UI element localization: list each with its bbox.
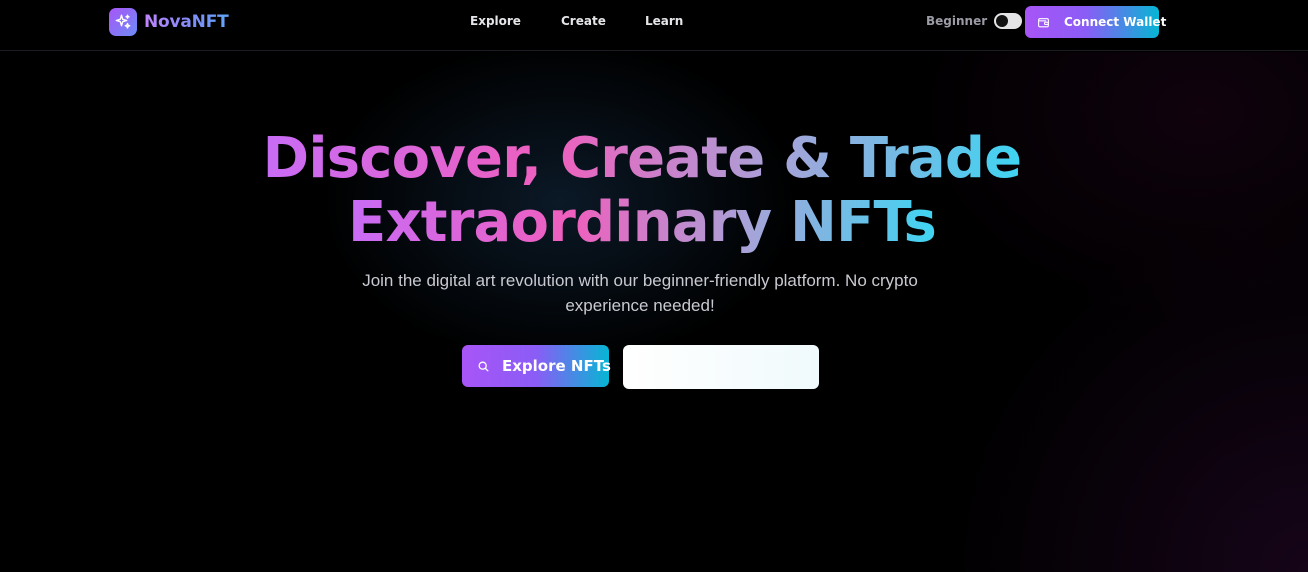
connect-wallet-button[interactable]: Connect Wallet (1025, 6, 1166, 38)
explore-nfts-label: Explore NFTs (502, 357, 611, 375)
experience-level-label: Beginner (926, 14, 988, 28)
nav-link-learn[interactable]: Learn (645, 14, 683, 28)
hero-title-line-2: Extraordinary NFTs (347, 190, 937, 255)
toggle-knob (996, 15, 1009, 27)
hero-subtitle: Join the digital art revolution with our… (362, 271, 918, 315)
explore-nfts-button[interactable]: Explore NFTs (462, 345, 611, 387)
brand-name: NovaNFT (144, 12, 229, 32)
nav-link-explore[interactable]: Explore (470, 14, 521, 28)
secondary-cta-button[interactable] (623, 345, 819, 389)
beginner-mode-toggle[interactable] (994, 13, 1023, 29)
connect-wallet-label: Connect Wallet (1064, 15, 1167, 29)
brand[interactable]: NovaNFT (109, 8, 229, 36)
page: NovaNFT Explore Create Learn Beginner Co… (0, 0, 1308, 572)
hero-section: Discover, Create & Trade Extraordinary N… (0, 52, 1308, 572)
nav-link-create[interactable]: Create (561, 14, 606, 28)
sparkles-icon (109, 8, 137, 36)
top-navigation-bar: NovaNFT Explore Create Learn Beginner Co… (0, 0, 1308, 51)
experience-level: Beginner (926, 13, 1023, 29)
hero-title: Discover, Create & Trade Extraordinary N… (0, 127, 1296, 255)
wallet-icon (1037, 16, 1050, 29)
hero-title-line-1: Discover, Create & Trade (262, 126, 1023, 191)
search-icon (477, 360, 490, 373)
